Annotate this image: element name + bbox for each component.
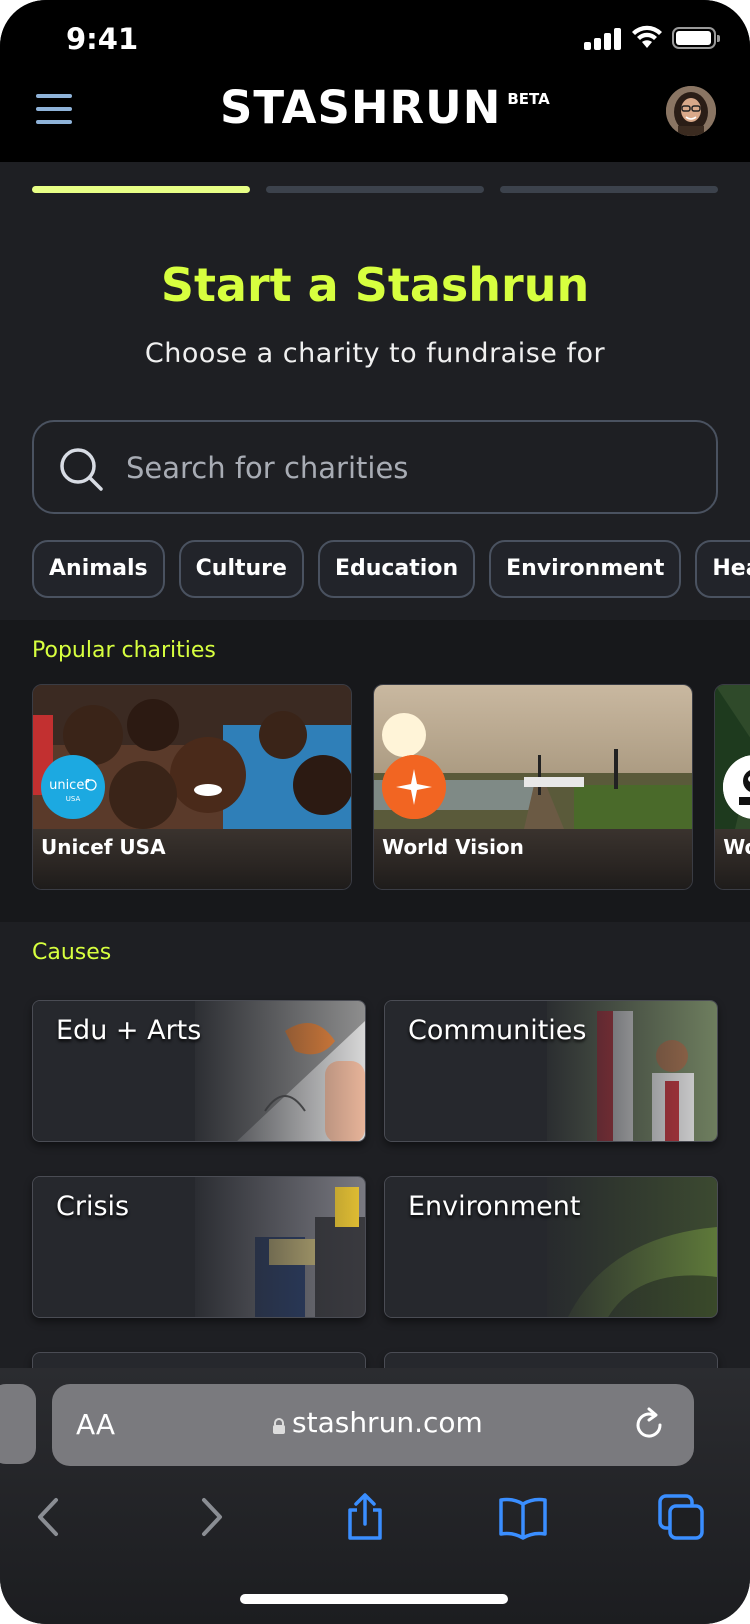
charity-name: Wor [723,835,750,859]
cause-title: Edu + Arts [56,1015,202,1046]
charity-name: Unicef USA [41,835,166,859]
lock-icon [273,1418,285,1434]
popular-charities-label: Popular charities [32,638,216,663]
chip-culture[interactable]: Culture [178,540,304,598]
category-chips: AnimalsCultureEducationEnvironmentHealt [32,540,750,602]
cause-title: Crisis [56,1191,130,1222]
causes-label: Causes [32,940,112,965]
unicef-logo-sub: USA [66,795,81,803]
cause-title: Communities [408,1015,587,1046]
cause-communities[interactable]: Communities [384,1000,718,1142]
unicef-logo: unicef USA [41,755,105,819]
popular-charities-carousel[interactable]: unicef USA Unicef USA World Vision W [32,684,750,892]
url-text: stashrun.com [292,1406,483,1439]
text-size-button[interactable]: AA [76,1408,115,1441]
search-input[interactable] [126,442,686,494]
back-arrow-icon[interactable] [24,1492,74,1542]
progress-step-3 [500,186,718,193]
bookmarks-icon[interactable] [498,1492,548,1542]
charity-card-wwf[interactable]: Wor [714,684,750,890]
beta-badge: BETA [507,90,550,108]
cause-title: Environment [408,1191,581,1222]
forward-arrow-icon[interactable] [186,1492,236,1542]
charity-card-world-vision[interactable]: World Vision [373,684,694,890]
world-vision-logo [382,755,447,819]
progress-step-2 [266,186,484,193]
wifi-icon [632,25,662,48]
hamburger-menu-icon[interactable] [36,94,72,124]
unicef-logo-text: unicef [49,778,89,793]
progress-step-1 [32,186,250,193]
chip-education[interactable]: Education [317,540,476,598]
cellular-signal-icon [584,28,622,50]
stashrun-logo[interactable]: STASHRUN BETA [220,84,550,134]
cause-edu-arts[interactable]: Edu + Arts [32,1000,366,1142]
cause-environment[interactable]: Environment [384,1176,718,1318]
address-bar[interactable]: AA stashrun.com [52,1384,694,1466]
popular-charities-section: Popular charities unicef USA Unicef USA … [0,620,750,922]
reload-icon[interactable] [630,1406,668,1444]
wwf-logo [723,755,750,819]
cause-crisis[interactable]: Crisis [32,1176,366,1318]
previous-tab-peek[interactable] [0,1384,36,1464]
share-icon[interactable] [340,1492,390,1542]
home-indicator[interactable] [240,1594,508,1604]
charity-card-unicef[interactable]: unicef USA Unicef USA [32,684,352,890]
chip-animals[interactable]: Animals [32,540,165,598]
tabs-icon[interactable] [656,1492,706,1542]
search-icon [60,448,103,491]
charity-name: World Vision [382,835,524,859]
user-avatar[interactable] [666,86,716,136]
chip-health[interactable]: Healt [695,540,750,598]
safari-toolbar: AA stashrun.com [0,1368,750,1624]
charity-search-box[interactable] [32,420,718,514]
logo-wordmark: STASHRUN [220,81,502,134]
battery-icon [672,27,720,49]
chip-environment[interactable]: Environment [489,540,682,598]
page-title: Start a Stashrun [160,258,590,312]
status-time: 9:41 [66,22,139,56]
page-subtitle: Choose a charity to fundraise for [144,338,606,369]
phone-screen: 9:41 STASHRUN BETA Start a Stashrun Choo… [0,0,750,1624]
app-header: 9:41 STASHRUN BETA [0,0,750,162]
